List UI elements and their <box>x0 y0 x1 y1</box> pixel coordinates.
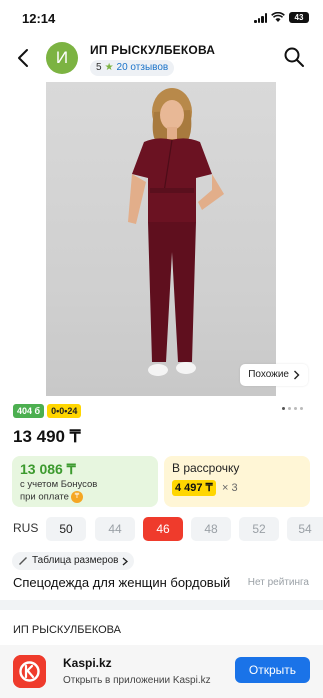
pagination-dot <box>288 407 291 410</box>
model-illustration <box>128 88 224 376</box>
bonus-note: с учетом Бонусов при оплате ₸ <box>20 479 97 504</box>
size-option-46[interactable]: 46 <box>143 517 183 541</box>
size-option-48[interactable]: 48 <box>191 517 231 541</box>
installment-times: × 3 <box>222 482 238 494</box>
back-button[interactable] <box>14 46 34 70</box>
shop-name[interactable]: ИП РЫСКУЛБЕКОВА <box>90 43 215 57</box>
status-time: 12:14 <box>22 11 56 26</box>
installment-amount: 4 497 ₸ <box>172 480 216 496</box>
bonus-badge: 404 б <box>13 404 45 418</box>
seller-name[interactable]: ИП РЫСКУЛБЕКОВА <box>13 624 121 636</box>
promo-badges: 404 б 0•0•24 <box>13 404 82 418</box>
signal-icon <box>254 12 267 23</box>
bonus-price: 13 086 ₸ <box>20 461 76 477</box>
banner-subtitle: Открыть в приложении Kaspi.kz <box>63 675 211 686</box>
chevron-right-icon <box>123 557 129 565</box>
status-bar: 12:14 43 <box>0 0 323 36</box>
size-option-50[interactable]: 50 <box>46 517 86 541</box>
kaspi-logo-icon <box>13 655 46 688</box>
product-title: Спецодежда для женщин бордовый <box>13 575 231 590</box>
banner-title: Kaspi.kz <box>63 656 112 670</box>
bonus-card[interactable]: 13 086 ₸ с учетом Бонусов при оплате ₸ <box>12 456 158 507</box>
product-price: 13 490 ₸ <box>13 427 81 446</box>
search-icon[interactable] <box>283 46 305 68</box>
reviews-link[interactable]: 20 отзывов <box>117 60 169 76</box>
installment-badge: 0•0•24 <box>47 404 82 418</box>
bonus-coin-icon: ₸ <box>70 491 83 503</box>
star-icon: ★ <box>104 62 114 73</box>
size-option-44[interactable]: 44 <box>95 517 135 541</box>
pagination-dot <box>300 407 303 410</box>
open-app-button[interactable]: Открыть <box>235 657 310 683</box>
bonus-note-line1: с учетом Бонусов <box>20 479 98 490</box>
bonus-note-line2: при оплате <box>20 491 69 503</box>
product-rating: Нет рейтинга <box>247 577 309 588</box>
pagination-dot-active <box>282 407 285 410</box>
size-option-52[interactable]: 52 <box>239 517 279 541</box>
ruler-icon <box>19 557 27 565</box>
shop-avatar[interactable]: И <box>46 42 78 74</box>
similar-label: Похожие <box>248 369 289 380</box>
installment-title: В рассрочку <box>172 461 240 475</box>
size-selector: RUS 50 44 46 48 52 54 <box>0 517 323 543</box>
similar-button[interactable]: Похожие <box>240 364 308 386</box>
wifi-icon <box>271 12 285 22</box>
shop-rating[interactable]: 5 ★ 20 отзывов <box>90 60 175 76</box>
status-icons: 43 <box>254 12 309 23</box>
rating-value: 5 <box>96 62 102 73</box>
product-photo[interactable] <box>46 82 276 396</box>
section-divider <box>0 600 323 610</box>
size-table-link[interactable]: Таблица размеров <box>12 552 135 570</box>
installment-card[interactable]: В рассрочку 4 497 ₸ × 3 <box>164 456 310 507</box>
pagination-dot <box>294 407 297 410</box>
size-system[interactable]: RUS <box>13 521 38 535</box>
shop-header: И ИП РЫСКУЛБЕКОВА 5 ★ 20 отзывов <box>0 36 323 82</box>
gallery-pagination <box>282 407 303 410</box>
battery-icon: 43 <box>289 12 309 23</box>
size-table-label: Таблица размеров <box>32 555 119 566</box>
app-banner: Kaspi.kz Открыть в приложении Kaspi.kz О… <box>0 645 323 698</box>
size-option-54[interactable]: 54 <box>287 517 323 541</box>
chevron-right-icon <box>294 370 300 380</box>
